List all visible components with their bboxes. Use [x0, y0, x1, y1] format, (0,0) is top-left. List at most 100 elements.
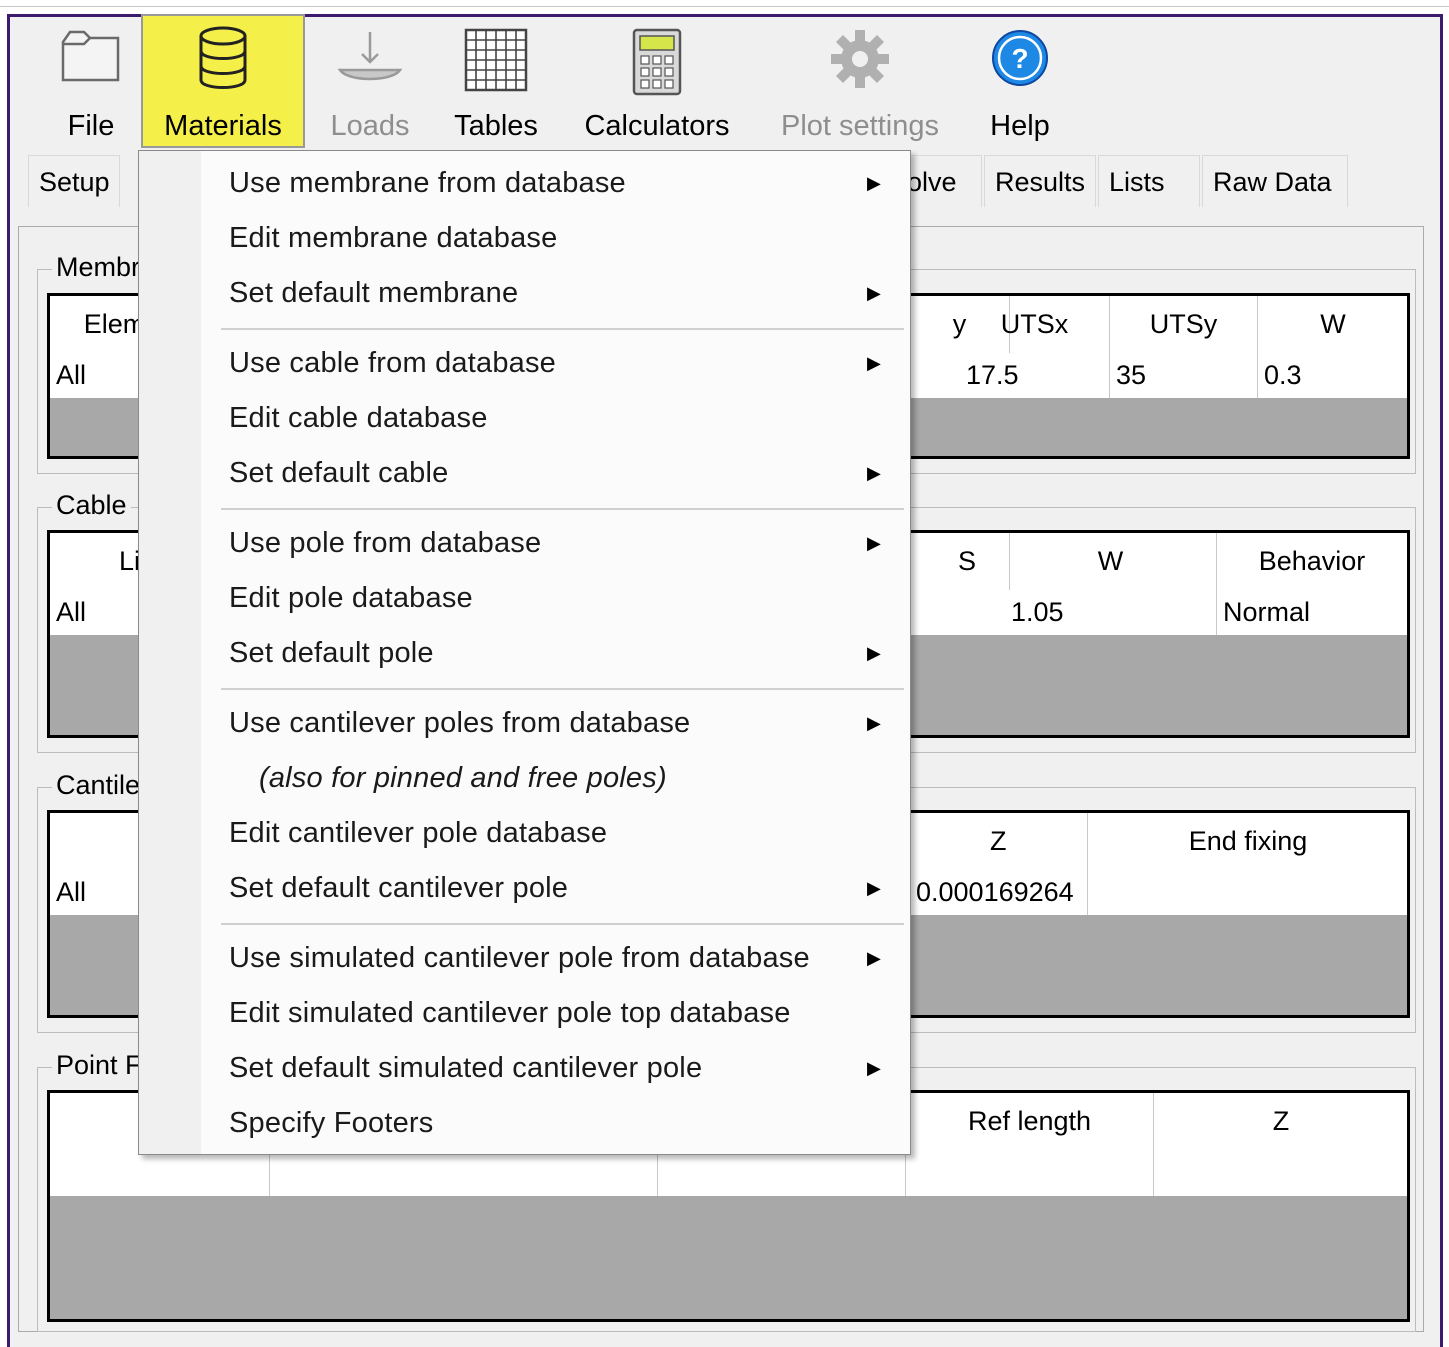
submenu-arrow-icon: ▶ [867, 463, 882, 483]
menu-item-label: Set default pole [229, 637, 434, 669]
column-header[interactable]: Z [1154, 1093, 1407, 1150]
submenu-arrow-icon: ▶ [867, 878, 882, 898]
tab-setup[interactable]: Setup [28, 155, 120, 207]
menu-item-use-cantilever-poles-from-database[interactable]: Use cantilever poles from database ▶ [139, 696, 910, 751]
menu-item-label: Edit cable database [229, 402, 488, 434]
column-header[interactable]: W [1005, 533, 1217, 590]
tab-raw-data[interactable]: Raw Data [1202, 155, 1348, 207]
ribbon-materials-button[interactable]: Materials [141, 14, 305, 148]
ribbon-help-button[interactable]: ? Help [972, 14, 1068, 148]
column-header[interactable]: Behavior [1217, 533, 1407, 590]
column-header[interactable]: W [1258, 296, 1407, 353]
menu-item-label: Set default cable [229, 457, 449, 489]
menu-item-set-default-membrane[interactable]: Set default membrane ▶ [139, 266, 910, 321]
submenu-arrow-icon: ▶ [867, 643, 882, 663]
grid-cell[interactable] [50, 1150, 270, 1196]
column-header[interactable]: Ref length [906, 1093, 1154, 1150]
column-header[interactable]: UTSy [1110, 296, 1258, 353]
column-header[interactable]: End fixing [1088, 813, 1407, 870]
menu-item-edit-pole-database[interactable]: Edit pole database [139, 571, 910, 626]
ribbon-calculators-button[interactable]: Calculators [575, 14, 739, 148]
menu-item-set-default-cable[interactable]: Set default cable ▶ [139, 446, 910, 501]
svg-text:?: ? [1011, 43, 1028, 74]
ribbon-materials-label: Materials [164, 110, 282, 142]
question-circle-icon: ? [992, 30, 1048, 86]
ribbon-file-label: File [67, 110, 115, 142]
ribbon-loads-button[interactable]: Loads [318, 14, 422, 148]
menu-item-edit-cantilever-pole-database[interactable]: Edit cantilever pole database [139, 806, 910, 861]
menu-separator [221, 508, 904, 510]
ribbon-file-button[interactable]: File [48, 14, 134, 148]
column-header[interactable]: UTSx [960, 296, 1110, 353]
menu-item-label: Edit membrane database [229, 222, 558, 254]
menu-item-use-simulated-cantilever-pole[interactable]: Use simulated cantilever pole from datab… [139, 931, 910, 986]
menu-item-label: Set default simulated cantilever pole [229, 1052, 703, 1084]
grid-cell[interactable] [658, 1150, 906, 1196]
submenu-arrow-icon: ▶ [867, 948, 882, 968]
load-arrow-icon [337, 32, 403, 81]
ribbon-help-label: Help [990, 110, 1050, 142]
menu-item-label: Use cantilever poles from database [229, 707, 691, 739]
menu-item-edit-cable-database[interactable]: Edit cable database [139, 391, 910, 446]
menu-separator [221, 923, 904, 925]
submenu-arrow-icon: ▶ [867, 283, 882, 303]
menu-item-label: Use pole from database [229, 527, 542, 559]
top-border-line [0, 6, 1449, 7]
grid-cell[interactable] [1088, 870, 1407, 915]
menu-item-edit-simulated-cantilever-pole-top-database[interactable]: Edit simulated cantilever pole top datab… [139, 986, 910, 1041]
menu-item-label: Use membrane from database [229, 167, 626, 199]
grid-cell[interactable]: Normal [1217, 590, 1407, 635]
menu-item-set-default-pole[interactable]: Set default pole ▶ [139, 626, 910, 681]
menu-note-label: (also for pinned and free poles) [259, 762, 667, 794]
grid-cell[interactable] [1154, 1150, 1407, 1196]
ribbon-tables-label: Tables [454, 110, 538, 142]
folder-icon [61, 30, 120, 82]
grid-cell[interactable]: 35 [1110, 353, 1258, 398]
cantilever-group-title: Cantile [52, 770, 145, 801]
grid-cell[interactable]: 1.05 [1005, 590, 1217, 635]
membrane-group-title: Membr [52, 252, 145, 283]
menu-item-label: Specify Footers [229, 1107, 434, 1139]
submenu-arrow-icon: ▶ [867, 173, 882, 193]
gear-icon [831, 30, 889, 88]
table-row[interactable] [50, 1150, 1407, 1196]
menu-item-label: Set default membrane [229, 277, 519, 309]
ribbon-calculators-label: Calculators [584, 110, 730, 142]
menu-item-label: Edit pole database [229, 582, 473, 614]
menu-item-label: Edit simulated cantilever pole top datab… [229, 997, 791, 1029]
column-header[interactable]: S [910, 533, 1010, 590]
grid-cell[interactable] [906, 1150, 1154, 1196]
cable-group-title: Cable [52, 490, 131, 521]
ribbon-loads-label: Loads [330, 110, 410, 142]
point-group-title: Point F [52, 1050, 146, 1081]
ribbon-plot-settings-button[interactable]: Plot settings [770, 14, 950, 148]
menu-item-label: Use cable from database [229, 347, 556, 379]
menu-item-use-membrane-from-database[interactable]: Use membrane from database ▶ [139, 156, 910, 211]
menu-separator [221, 688, 904, 690]
ribbon-plot-settings-label: Plot settings [781, 110, 939, 142]
grid-cell[interactable]: 0.3 [1258, 353, 1407, 398]
menu-item-set-default-cantilever-pole[interactable]: Set default cantilever pole ▶ [139, 861, 910, 916]
submenu-arrow-icon: ▶ [867, 353, 882, 373]
grid-cell[interactable] [270, 1150, 658, 1196]
submenu-arrow-icon: ▶ [867, 713, 882, 733]
menu-item-use-pole-from-database[interactable]: Use pole from database ▶ [139, 516, 910, 571]
menu-item-specify-footers[interactable]: Specify Footers [139, 1096, 910, 1151]
grid-cell[interactable]: 0.000169264 [910, 870, 1088, 915]
grid-cell[interactable]: 17.5 [960, 353, 1110, 398]
menu-item-label: Use simulated cantilever pole from datab… [229, 942, 810, 974]
submenu-arrow-icon: ▶ [867, 1058, 882, 1078]
column-header[interactable]: Z [910, 813, 1088, 870]
menu-note-pinned-free-poles: (also for pinned and free poles) [139, 751, 910, 806]
tab-results[interactable]: Results [984, 155, 1096, 207]
ribbon-tables-button[interactable]: Tables [446, 14, 546, 148]
table-grid-icon [464, 28, 528, 92]
menu-item-edit-membrane-database[interactable]: Edit membrane database [139, 211, 910, 266]
menu-item-set-default-simulated-cantilever-pole[interactable]: Set default simulated cantilever pole ▶ [139, 1041, 910, 1096]
menu-item-label: Set default cantilever pole [229, 872, 569, 904]
menu-item-use-cable-from-database[interactable]: Use cable from database ▶ [139, 336, 910, 391]
database-icon [199, 26, 247, 89]
materials-dropdown-menu: Use membrane from database ▶ Edit membra… [138, 150, 911, 1155]
calculator-icon [632, 28, 682, 96]
tab-lists[interactable]: Lists [1098, 155, 1200, 207]
